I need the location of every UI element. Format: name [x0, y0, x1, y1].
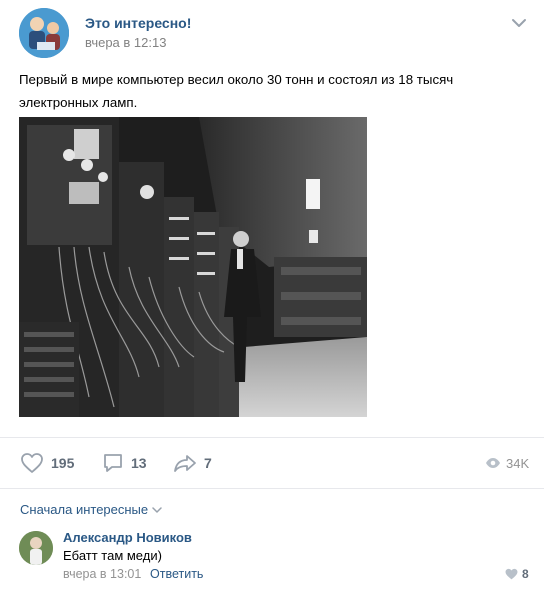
post-text: Первый в мире компьютер весил около 30 т…	[19, 72, 454, 110]
share-arrow-icon	[174, 455, 196, 472]
heart-icon	[505, 568, 518, 580]
commenter-avatar[interactable]	[19, 531, 53, 565]
comment-button[interactable]: 13	[102, 452, 147, 474]
commenter-avatar-image	[19, 531, 53, 565]
comment-like-count: 8	[522, 567, 529, 581]
post-time[interactable]: вчера в 12:13	[85, 35, 166, 50]
view-counter: 34K	[485, 452, 529, 474]
share-button[interactable]: 7	[173, 452, 212, 474]
group-avatar[interactable]	[19, 8, 69, 58]
group-name[interactable]: Это интересно!	[85, 15, 191, 31]
chevron-down-icon	[152, 506, 162, 513]
like-button[interactable]: 195	[20, 452, 74, 474]
comment-icon	[104, 454, 122, 472]
computer-photo-illustration	[19, 117, 367, 417]
like-count: 195	[51, 455, 75, 471]
reply-button[interactable]: Ответить	[150, 567, 203, 581]
comment-text: Ебатт там меди)	[63, 548, 162, 563]
view-count: 34K	[506, 455, 530, 471]
comment-time[interactable]: вчера в 13:01	[63, 567, 141, 581]
comment-like-button[interactable]: 8	[505, 567, 529, 581]
comment-author[interactable]: Александр Новиков	[63, 530, 192, 545]
divider	[0, 488, 544, 489]
share-count: 7	[204, 455, 212, 471]
eye-icon	[486, 458, 500, 468]
post-photo[interactable]	[19, 117, 367, 417]
divider	[0, 437, 544, 438]
group-avatar-image	[19, 8, 69, 58]
sort-label: Сначала интересные	[20, 502, 149, 517]
heart-icon	[21, 453, 43, 473]
chevron-down-icon[interactable]	[510, 16, 528, 30]
comment-count: 13	[131, 455, 147, 471]
comment-sort-dropdown[interactable]: Сначала интересные	[20, 502, 163, 517]
